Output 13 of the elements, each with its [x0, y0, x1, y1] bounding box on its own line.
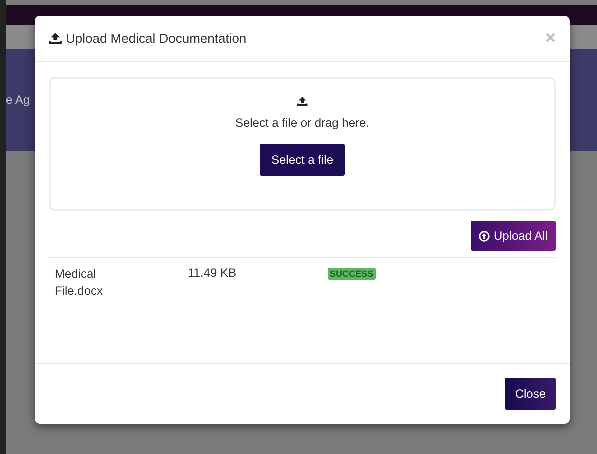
select-file-button[interactable]: Select a file — [260, 144, 345, 176]
drop-zone[interactable]: Select a file or drag here. Select a file — [49, 77, 556, 211]
dialog-title: Upload Medical Documentation — [66, 31, 248, 46]
file-size: 11.49 KB — [188, 266, 238, 282]
banner-text: e Ag — [6, 93, 30, 107]
drop-prompt: Select a file or drag here. — [235, 116, 370, 130]
status-badge: SUCCESS — [328, 268, 376, 280]
upload-icon — [297, 97, 308, 106]
upload-all-button[interactable]: Upload All — [470, 221, 556, 251]
file-name: Medical File.docx — [55, 266, 104, 300]
upload-circle-icon — [478, 230, 490, 242]
upload-icon — [49, 33, 62, 44]
close-button[interactable]: Close — [505, 378, 556, 410]
